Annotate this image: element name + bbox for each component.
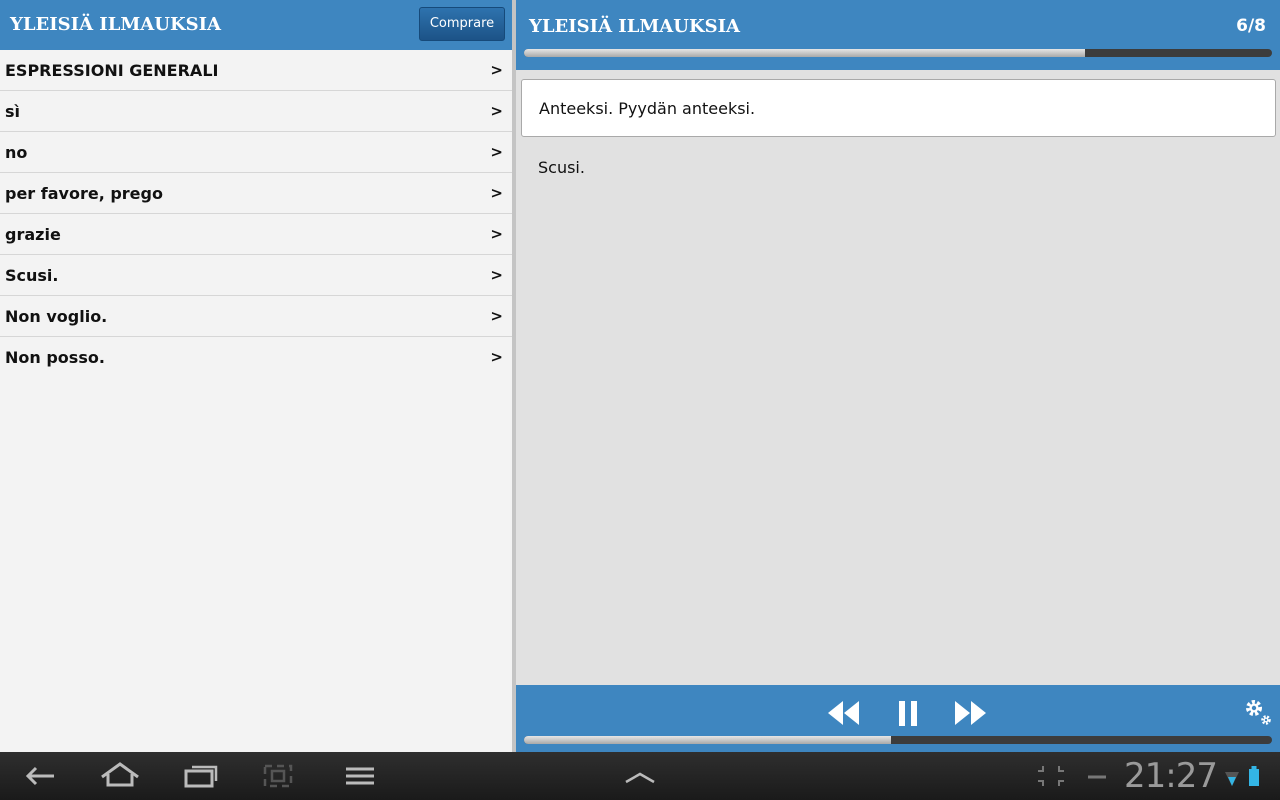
home-icon[interactable] (100, 760, 140, 792)
list-item[interactable]: per favore, prego > (0, 173, 512, 214)
translation-text: Scusi. (538, 158, 585, 177)
phrase-progress-bar (524, 49, 1272, 57)
list-item-label: grazie (5, 225, 61, 244)
chevron-right-icon: > (490, 102, 503, 120)
playback-progress-bar[interactable] (524, 736, 1272, 744)
phrase-list: ESPRESSIONI GENERALI > sì > no > per fav… (0, 50, 512, 378)
phrase-text: Anteeksi. Pyydän anteeksi. (539, 99, 756, 118)
battery-icon (1249, 766, 1259, 786)
chevron-right-icon: > (490, 225, 503, 243)
phrase-list-pane: YLEISIÄ ILMAUKSIA Comprare ESPRESSIONI G… (0, 0, 512, 752)
list-item[interactable]: Scusi. > (0, 255, 512, 296)
chevron-right-icon: > (490, 184, 503, 202)
menu-icon[interactable] (340, 760, 380, 792)
list-item-label: ESPRESSIONI GENERALI (5, 61, 219, 80)
chevron-right-icon: > (490, 143, 503, 161)
buy-button[interactable]: Comprare (419, 7, 505, 41)
expand-icon[interactable] (1032, 760, 1070, 792)
phrase-progress-fill (524, 49, 1085, 57)
pause-icon[interactable] (892, 697, 924, 729)
chevron-up-icon[interactable] (620, 760, 660, 792)
phrase-detail-pane: YLEISIÄ ILMAUKSIA 6/8 Anteeksi. Pyydän a… (516, 0, 1280, 752)
page-counter: 6/8 (1236, 16, 1266, 36)
fast-forward-icon[interactable] (952, 697, 988, 729)
chevron-right-icon: > (490, 348, 503, 366)
list-item[interactable]: grazie > (0, 214, 512, 255)
player-bar (516, 685, 1280, 752)
list-item[interactable]: no > (0, 132, 512, 173)
chevron-right-icon: > (490, 61, 503, 79)
list-item-label: sì (5, 102, 21, 121)
playback-progress-fill (524, 736, 891, 744)
chevron-right-icon: > (490, 266, 503, 284)
detail-header: YLEISIÄ ILMAUKSIA 6/8 (516, 0, 1280, 70)
list-item[interactable]: Non posso. > (0, 337, 512, 378)
list-item-label: Non posso. (5, 348, 105, 367)
phrase-card: Anteeksi. Pyydän anteeksi. (521, 79, 1276, 137)
list-item-label: per favore, prego (5, 184, 163, 203)
list-item-label: no (5, 143, 28, 162)
list-item-label: Scusi. (5, 266, 59, 285)
system-navigation-bar: 21:27 (0, 752, 1280, 800)
list-item[interactable]: ESPRESSIONI GENERALI > (0, 50, 512, 91)
list-item-label: Non voglio. (5, 307, 108, 326)
recent-apps-icon[interactable] (182, 760, 222, 792)
settings-gear-icon[interactable] (1242, 696, 1274, 728)
clock: 21:27 (1124, 756, 1218, 796)
back-icon[interactable] (22, 760, 62, 792)
list-header: YLEISIÄ ILMAUKSIA Comprare (0, 0, 512, 50)
detail-title: YLEISIÄ ILMAUKSIA (529, 16, 740, 37)
list-title: YLEISIÄ ILMAUKSIA (10, 14, 221, 35)
screenshot-icon[interactable] (258, 760, 298, 792)
list-item[interactable]: sì > (0, 91, 512, 132)
chevron-right-icon: > (490, 307, 503, 325)
minus-icon (1088, 775, 1106, 779)
list-item[interactable]: Non voglio. > (0, 296, 512, 337)
rewind-icon[interactable] (826, 697, 862, 729)
wifi-icon (1225, 772, 1239, 786)
